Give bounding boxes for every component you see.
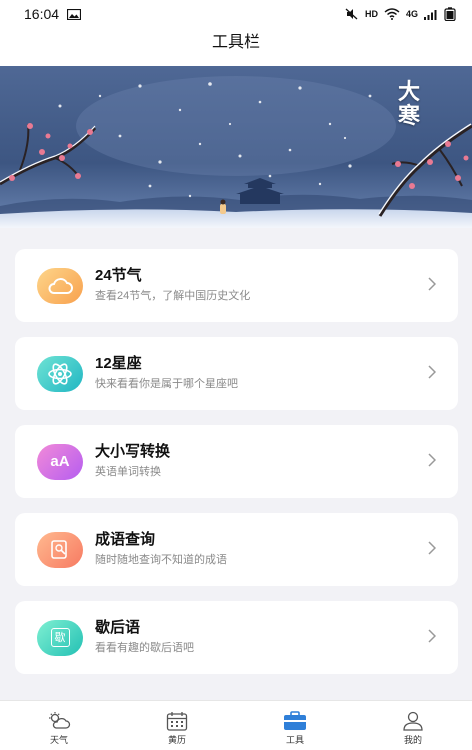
atom-icon xyxy=(48,362,72,385)
tool-card-xiehouyu[interactable]: 歇 歇后语 看看有趣的歇后语吧 xyxy=(15,601,458,674)
hd-label: HD xyxy=(364,9,378,19)
book-icon-glyph: 歇 xyxy=(54,632,66,644)
tool-list: 24节气 查看24节气，了解中国历史文化 12星座 快来看看你是属于哪个星座吧 … xyxy=(15,249,458,689)
tool-card-constellations[interactable]: 12星座 快来看看你是属于哪个星座吧 xyxy=(15,337,458,410)
cloud-icon xyxy=(48,277,73,294)
tool-title: 24节气 xyxy=(95,267,142,284)
solar-term-banner[interactable]: 大寒 xyxy=(0,66,472,228)
tool-icon-badge xyxy=(37,531,83,568)
weather-icon xyxy=(49,712,71,729)
tool-title: 成语查询 xyxy=(95,531,156,548)
tool-icon-badge xyxy=(37,267,83,304)
status-time: 16:04 xyxy=(24,6,60,22)
image-notification-icon xyxy=(67,8,82,20)
chevron-right-icon xyxy=(428,629,436,643)
tab-label: 工具 xyxy=(285,735,304,745)
tool-card-solar-terms[interactable]: 24节气 查看24节气，了解中国历史文化 xyxy=(15,249,458,322)
tool-card-idiom-lookup[interactable]: 成语查询 随时随地查询不知道的成语 xyxy=(15,513,458,586)
signal-icon xyxy=(424,9,437,20)
tab-almanac[interactable]: 黄历 xyxy=(118,701,236,750)
chevron-right-icon xyxy=(428,541,436,555)
tool-title: 大小写转换 xyxy=(95,443,171,460)
banner-caption: 大寒 xyxy=(398,79,421,129)
chevron-right-icon xyxy=(428,453,436,467)
tool-title: 歇后语 xyxy=(95,619,141,636)
case-convert-icon: aA xyxy=(50,453,70,470)
bottom-tab-bar: 天气 黄历 工具 我的 xyxy=(0,700,472,750)
page-title: 工具栏 xyxy=(211,34,260,51)
tool-title: 12星座 xyxy=(95,355,142,372)
toolbox-icon xyxy=(284,711,306,730)
profile-icon xyxy=(403,711,423,731)
calendar-icon xyxy=(166,712,188,731)
tool-subtitle: 查看24节气，了解中国历史文化 xyxy=(95,290,251,302)
tool-subtitle: 快来看看你是属于哪个星座吧 xyxy=(95,378,238,390)
tool-icon-badge: 歇 xyxy=(37,619,83,656)
mute-icon xyxy=(345,8,358,20)
tab-tools[interactable]: 工具 xyxy=(236,701,354,750)
tool-icon-badge xyxy=(37,355,83,392)
tab-label: 黄历 xyxy=(167,735,186,745)
status-bar: 16:04 HD 4G xyxy=(0,0,472,28)
idiom-search-icon xyxy=(51,539,67,559)
chevron-right-icon xyxy=(428,277,436,291)
tab-profile[interactable]: 我的 xyxy=(354,701,472,750)
network-label: 4G xyxy=(405,9,418,19)
page-header: 工具栏 xyxy=(0,28,472,66)
tab-label: 天气 xyxy=(49,735,68,745)
tool-subtitle: 英语单词转换 xyxy=(95,466,161,478)
book-icon: 歇 xyxy=(50,628,70,647)
tool-icon-badge: aA xyxy=(37,443,83,480)
tool-card-case-converter[interactable]: aA 大小写转换 英语单词转换 xyxy=(15,425,458,498)
battery-icon xyxy=(444,7,456,21)
tab-label: 我的 xyxy=(403,735,422,745)
chevron-right-icon xyxy=(428,365,436,379)
tab-weather[interactable]: 天气 xyxy=(0,701,118,750)
tool-subtitle: 看看有趣的歇后语吧 xyxy=(95,642,194,654)
wifi-icon xyxy=(384,8,400,20)
tool-subtitle: 随时随地查询不知道的成语 xyxy=(95,554,227,566)
